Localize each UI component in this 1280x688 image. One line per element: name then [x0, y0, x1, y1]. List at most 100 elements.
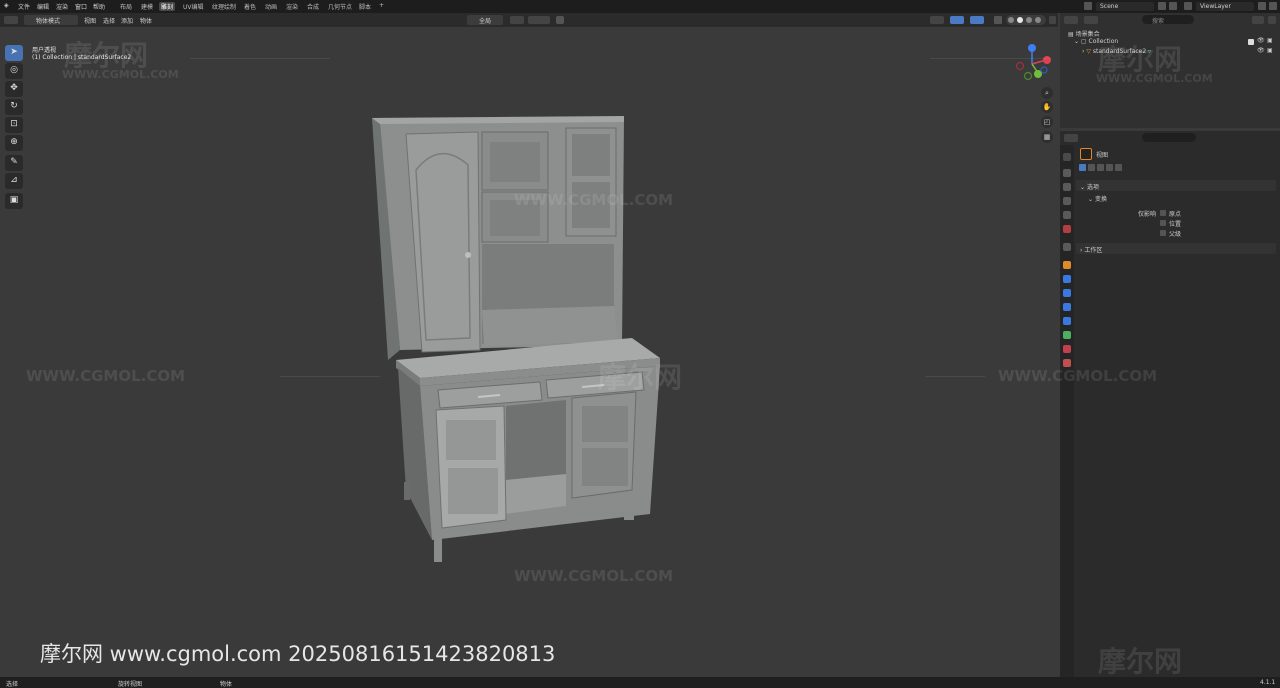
editor-type-icon[interactable] — [4, 16, 18, 24]
filter-icon[interactable] — [1252, 16, 1264, 24]
wireframe-shading-icon[interactable] — [1008, 17, 1014, 23]
object-tab-icon[interactable] — [1063, 261, 1071, 269]
tab-rendering[interactable]: 渲染 — [284, 2, 300, 11]
collection-camera-icon[interactable]: ▣ — [1267, 37, 1273, 44]
affect-parents-checkbox[interactable] — [1160, 230, 1166, 236]
menu-add[interactable]: 添加 — [121, 16, 133, 25]
overlay-toggle-icon[interactable] — [970, 16, 984, 24]
transform-subsection-label: 变换 — [1094, 196, 1107, 203]
center-upper-inset — [490, 142, 540, 182]
tab-scripting[interactable]: 脚本 — [357, 2, 373, 11]
constraints-tab-icon[interactable] — [1063, 317, 1071, 325]
new-collection-icon[interactable] — [1268, 16, 1276, 24]
scene-tab-icon[interactable] — [1063, 211, 1071, 219]
snap-icon[interactable] — [528, 16, 550, 24]
xray-toggle-icon[interactable] — [994, 16, 1002, 24]
visibility-icon[interactable] — [930, 16, 944, 24]
render-tab-icon[interactable] — [1063, 169, 1071, 177]
solid-shading-icon[interactable] — [1017, 17, 1023, 23]
tab-geometry-nodes[interactable]: 几何节点 — [326, 2, 354, 11]
navigation-gizmo[interactable] — [1010, 40, 1056, 86]
tool-select-subtract-icon[interactable] — [1097, 164, 1104, 171]
annotate-tool[interactable]: ✎ — [5, 155, 23, 171]
menu-file[interactable]: 文件 — [18, 2, 30, 11]
delete-view-layer-icon[interactable] — [1269, 2, 1277, 10]
modifier-tab-icon[interactable] — [1063, 275, 1071, 283]
workspace-section-header[interactable]: › 工作区 — [1076, 243, 1276, 254]
tool-tab-icon[interactable] — [1063, 153, 1071, 161]
data-tab-icon[interactable] — [1063, 331, 1071, 339]
collection-checkbox[interactable] — [1248, 39, 1254, 45]
scene-selector[interactable]: Scene — [1096, 2, 1154, 11]
view-layer-selector[interactable]: ViewLayer — [1196, 2, 1254, 11]
pan-hand-icon[interactable]: ✋ — [1041, 101, 1053, 113]
physics-tab-icon[interactable] — [1063, 303, 1071, 311]
menu-view[interactable]: 视图 — [84, 16, 96, 25]
collection-eye-icon[interactable]: 👁 — [1257, 37, 1265, 44]
menu-object[interactable]: 物体 — [140, 16, 152, 25]
output-tab-icon[interactable] — [1063, 183, 1071, 191]
collection-tab-icon[interactable] — [1063, 243, 1071, 251]
leg-back-left — [404, 482, 410, 500]
outliner-editor-type-icon[interactable] — [1064, 16, 1078, 24]
properties-search-input[interactable] — [1142, 133, 1196, 142]
tab-animation[interactable]: 动画 — [263, 2, 279, 11]
display-mode-icon[interactable] — [1084, 16, 1098, 24]
measure-tool[interactable]: ⊿ — [5, 173, 23, 189]
world-tab-icon[interactable] — [1063, 225, 1071, 233]
particles-tab-icon[interactable] — [1063, 289, 1071, 297]
tool-select-new-icon[interactable] — [1079, 164, 1086, 171]
new-scene-icon[interactable] — [1158, 2, 1166, 10]
delete-scene-icon[interactable] — [1169, 2, 1177, 10]
tool-select-extend-icon[interactable] — [1088, 164, 1095, 171]
mode-selector[interactable]: 物体模式 — [24, 15, 78, 25]
tab-shading[interactable]: 着色 — [242, 2, 258, 11]
options-section-header[interactable]: ⌄ 选项 — [1076, 180, 1276, 191]
affect-origins-checkbox[interactable] — [1160, 210, 1166, 216]
affect-locations-checkbox[interactable] — [1160, 220, 1166, 226]
transform-subsection-header[interactable]: ⌄ 变换 — [1088, 194, 1107, 203]
scale-tool[interactable]: ⊡ — [5, 117, 23, 133]
material-shading-icon[interactable] — [1026, 17, 1032, 23]
pivot-point-icon[interactable] — [510, 16, 524, 24]
material-tab-icon[interactable] — [1063, 345, 1071, 353]
move-tool[interactable]: ✥ — [5, 81, 23, 97]
camera-view-icon[interactable]: ◰ — [1041, 116, 1053, 128]
rotate-tool[interactable]: ↻ — [5, 99, 23, 115]
view-layer-tab-icon[interactable] — [1063, 197, 1071, 205]
outliner-search-input[interactable]: 搜索 — [1142, 15, 1194, 25]
transform-tool[interactable]: ⊕ — [5, 135, 23, 151]
tab-modeling[interactable]: 建模 — [139, 2, 155, 11]
rendered-shading-icon[interactable] — [1035, 17, 1041, 23]
properties-editor-type-icon[interactable] — [1064, 134, 1078, 142]
menu-render[interactable]: 渲染 — [56, 2, 68, 11]
menu-edit[interactable]: 编辑 — [37, 2, 49, 11]
tool-select-invert-icon[interactable] — [1106, 164, 1113, 171]
new-view-layer-icon[interactable] — [1258, 2, 1266, 10]
tab-uv-editing[interactable]: UV编辑 — [181, 2, 206, 11]
tab-layout[interactable]: 布局 — [118, 2, 134, 11]
outliner-scene-collection[interactable]: ▤ 场景集合 — [1068, 29, 1100, 38]
orthographic-toggle-icon[interactable]: ▦ — [1041, 131, 1053, 143]
menu-select[interactable]: 选择 — [103, 16, 115, 25]
add-cube-tool[interactable]: ▣ — [5, 193, 23, 209]
gizmo-toggle-icon[interactable] — [950, 16, 964, 24]
transform-orientation-dropdown[interactable]: 全局 — [467, 15, 503, 25]
add-workspace-button[interactable]: + — [377, 2, 386, 9]
object-camera-icon[interactable]: ▣ — [1267, 47, 1273, 54]
menu-help[interactable]: 帮助 — [93, 2, 105, 11]
object-eye-icon[interactable]: 👁 — [1257, 47, 1265, 54]
tab-sculpting[interactable]: 雕刻 — [159, 2, 176, 11]
cabinet-model[interactable] — [360, 110, 680, 570]
zoom-icon[interactable]: ⌕ — [1041, 87, 1053, 99]
menu-window[interactable]: 窗口 — [75, 2, 87, 11]
tool-select-intersect-icon[interactable] — [1115, 164, 1122, 171]
texture-tab-icon[interactable] — [1063, 359, 1071, 367]
cursor-tool[interactable]: ◎ — [5, 63, 23, 79]
blender-logo-icon[interactable]: ◈ — [4, 2, 9, 9]
shading-options-icon[interactable] — [1049, 16, 1056, 24]
tab-texture-paint[interactable]: 纹理绘制 — [210, 2, 238, 11]
tab-compositing[interactable]: 合成 — [305, 2, 321, 11]
proportional-editing-icon[interactable] — [556, 16, 564, 24]
select-box-tool[interactable]: ➤ — [5, 45, 23, 61]
